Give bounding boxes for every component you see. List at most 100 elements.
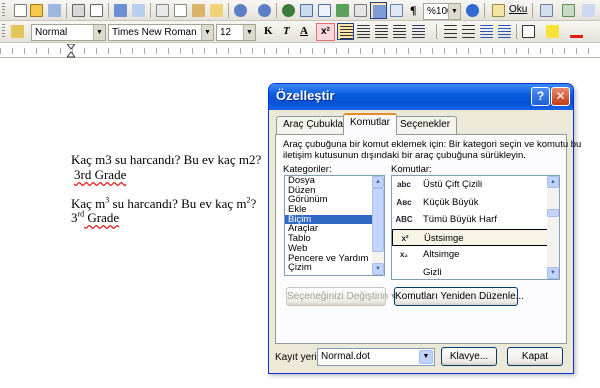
scroll-up-icon[interactable]: ▲ (547, 176, 559, 188)
scroll-thumb[interactable] (372, 188, 384, 252)
toolbar-options-icon[interactable] (580, 2, 597, 19)
cut-icon[interactable] (154, 2, 171, 19)
research-icon[interactable] (130, 2, 147, 19)
align-center-icon[interactable] (355, 23, 372, 40)
keyboard-button[interactable]: Klavye... (441, 347, 497, 366)
justify-icon[interactable] (391, 23, 408, 40)
document-map-icon[interactable] (388, 2, 405, 19)
spelling-icon[interactable] (112, 2, 129, 19)
command-label: Tümü Büyük Harf (423, 214, 497, 225)
command-item[interactable]: ABC Tümü Büyük Harf (392, 211, 559, 229)
formatting-toolbar: Normal ▼ Times New Roman ▼ 12 ▼ K T A x² (0, 21, 600, 43)
categories-items: Dosya Düzen Görünüm Ekle Biçim Araçlar Tablo We… (285, 176, 384, 273)
reviewing-icon[interactable] (560, 2, 577, 19)
doc-line-4[interactable]: 3rd Grade (71, 210, 119, 226)
save-in-label: Kayıt yeri: (275, 352, 320, 363)
font-dropdown[interactable]: Times New Roman ▼ (108, 24, 214, 41)
command-icon: abc (397, 180, 411, 189)
instruction-text-2: iletişim kutusunun dışındaki bir araç çu… (283, 150, 526, 161)
tab-options[interactable]: Seçenekler (393, 116, 458, 134)
command-label: Üstsimge (424, 232, 464, 244)
font-size-dropdown[interactable]: 12 ▼ (216, 24, 256, 41)
chevron-down-icon: ▼ (243, 25, 255, 40)
ruler-scale (0, 48, 600, 54)
scroll-down-icon[interactable]: ▼ (372, 263, 384, 275)
copy-icon[interactable] (172, 2, 189, 19)
doc-line-2[interactable]: 3rd Grade (74, 167, 126, 183)
numbering-icon[interactable] (442, 23, 459, 40)
hyperlink-icon[interactable] (280, 2, 297, 19)
scroll-thumb[interactable] (547, 209, 559, 217)
tab-commands[interactable]: Komutlar (343, 113, 398, 135)
dialog-titlebar[interactable]: Özelleştir ? ✕ (269, 84, 573, 110)
print-icon[interactable] (70, 2, 87, 19)
italic-button[interactable]: T (283, 25, 290, 37)
chevron-down-icon: ▼ (448, 4, 460, 19)
permission-icon[interactable] (46, 2, 63, 19)
highlight-icon[interactable] (544, 23, 561, 40)
redo-icon[interactable] (256, 2, 273, 19)
font-color-icon[interactable] (568, 23, 585, 40)
commands-panel: Araç çubuğuna bir komut eklemek için: Bi… (275, 134, 581, 344)
style-dropdown[interactable]: Normal ▼ (31, 24, 106, 41)
command-label: Küçük Büyük (423, 196, 479, 208)
bullets-icon[interactable] (460, 23, 477, 40)
insert-table-icon[interactable] (316, 2, 333, 19)
increase-indent-icon[interactable] (496, 23, 513, 40)
indent-marker-icon[interactable] (67, 44, 75, 58)
categories-list[interactable]: Dosya Düzen Görünüm Ekle Biçim Araçlar Tablo We… (284, 175, 385, 276)
help-icon[interactable] (464, 2, 481, 19)
command-item[interactable]: Aʙᴄ Küçük Büyük (392, 194, 559, 212)
command-icon: ABC (395, 215, 413, 224)
read-mode-icon[interactable] (490, 2, 507, 19)
toolbar-grip[interactable] (2, 24, 5, 39)
close-button[interactable]: Kapat (507, 347, 563, 366)
superscript-button[interactable]: x² (316, 23, 335, 41)
undo-icon[interactable] (232, 2, 249, 19)
bold-button[interactable]: K (264, 25, 273, 37)
command-item[interactable]: x² Üstsimge (392, 228, 559, 246)
zoom-dropdown[interactable]: %100 ▼ (423, 3, 461, 20)
print-preview-icon[interactable] (88, 2, 105, 19)
command-item[interactable]: x₂ Altsimge (392, 246, 559, 264)
format-painter-icon[interactable] (208, 2, 225, 19)
help-button[interactable]: ? (531, 87, 550, 106)
chevron-down-icon: ▼ (419, 350, 433, 364)
line-spacing-icon[interactable] (410, 23, 427, 40)
styles-formatting-icon[interactable] (9, 23, 26, 40)
command-item[interactable]: Gizli (392, 264, 559, 280)
border-icon[interactable] (520, 23, 537, 40)
read-mode-label[interactable]: Oku (509, 4, 527, 15)
insert-excel-icon[interactable] (334, 2, 351, 19)
rearrange-commands-button[interactable]: Komutları Yeniden Düzenle... (394, 287, 524, 306)
toolbar-grip[interactable] (2, 3, 5, 18)
tables-borders-icon[interactable] (298, 2, 315, 19)
command-label: Gizli (423, 266, 442, 278)
compare-icon[interactable] (538, 2, 555, 19)
align-left-icon[interactable] (337, 23, 354, 40)
show-hide-pilcrow-icon[interactable]: ¶ (410, 3, 416, 18)
categories-scrollbar[interactable]: ▲ ▼ (372, 176, 384, 275)
command-label: Üstü Çift Çizili (423, 179, 483, 190)
doc-line-1[interactable]: Kaç m3 su harcandı? Bu ev kaç m2? (71, 152, 261, 168)
decrease-indent-icon[interactable] (478, 23, 495, 40)
category-item[interactable]: Çizim (285, 263, 384, 273)
command-icon: x² (401, 233, 409, 243)
command-item[interactable]: abc Üstü Çift Çizili (392, 176, 559, 194)
open-icon[interactable] (28, 2, 45, 19)
modify-selection-button[interactable]: Seçeneğinizi Değiştirin ▾ (286, 287, 396, 306)
new-document-icon[interactable] (12, 2, 29, 19)
paste-icon[interactable] (190, 2, 207, 19)
drawing-icon[interactable] (370, 2, 387, 19)
horizontal-ruler[interactable] (0, 44, 600, 58)
command-icon: x₂ (399, 250, 408, 259)
underline-button[interactable]: A (300, 25, 308, 37)
align-right-icon[interactable] (373, 23, 390, 40)
close-icon[interactable]: ✕ (551, 87, 570, 106)
commands-list[interactable]: abc Üstü Çift Çizili Aʙᴄ Küçük Büyük ABC Tümü… (391, 175, 560, 280)
scroll-down-icon[interactable]: ▼ (547, 267, 559, 279)
save-in-dropdown[interactable]: Normal.dot ▼ (317, 348, 435, 366)
columns-icon[interactable] (352, 2, 369, 19)
scroll-up-icon[interactable]: ▲ (372, 176, 384, 188)
commands-scrollbar[interactable]: ▲ ▼ (547, 176, 559, 279)
